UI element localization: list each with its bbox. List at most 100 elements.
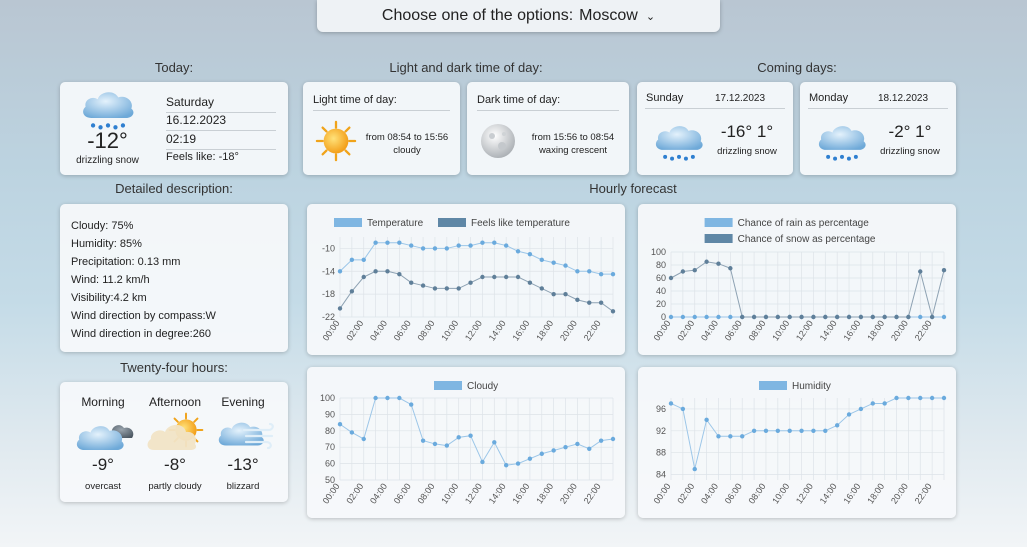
- data-point: [551, 448, 556, 453]
- light-title: Light time of day:: [313, 94, 450, 111]
- detail-row-visibility: Visibility:4.2 km: [71, 292, 147, 304]
- data-point: [598, 438, 604, 443]
- data-point: [906, 395, 911, 401]
- data-point: [432, 286, 438, 291]
- y-tick-label: 96: [656, 404, 666, 414]
- x-tick-label: 14:00: [818, 481, 839, 505]
- x-tick-label: 18:00: [534, 481, 555, 505]
- data-point: [349, 257, 355, 263]
- data-point: [775, 314, 781, 320]
- detail-row-precipitation: Precipitation: 0.13 mm: [71, 256, 181, 268]
- selected-city: Moscow: [579, 7, 638, 24]
- y-tick-label: 100: [651, 247, 666, 257]
- coming-day-card[interactable]: Sunday 17.12.2023 -16° 1° drizzling snow: [637, 82, 793, 175]
- data-point: [397, 395, 402, 401]
- legend-label: Feels like temperature: [471, 218, 570, 229]
- y-tick-label: -14: [322, 266, 335, 276]
- data-point: [349, 430, 355, 435]
- data-point: [598, 271, 604, 277]
- data-point: [834, 314, 840, 320]
- data-point: [444, 286, 450, 291]
- data-point: [575, 441, 580, 447]
- x-tick-label: 14:00: [487, 318, 508, 342]
- data-point: [480, 240, 485, 245]
- x-tick-label: 22:00: [582, 318, 603, 342]
- data-point: [432, 441, 438, 447]
- data-point: [468, 280, 473, 285]
- precipitation-chart: Chance of rain as percentage Chance of sn…: [651, 218, 947, 343]
- data-point: [823, 314, 828, 320]
- series-line: [670, 261, 945, 318]
- today-feels-like: Feels like: -18°: [166, 151, 239, 163]
- data-point: [349, 289, 355, 294]
- section-title-hourly: Hourly forecast: [589, 181, 677, 196]
- data-point: [716, 434, 721, 439]
- legend-label: Humidity: [792, 381, 831, 392]
- series-line: [339, 397, 614, 466]
- y-tick-label: 80: [325, 426, 335, 436]
- data-point: [385, 240, 390, 245]
- x-tick-label: 06:00: [392, 481, 413, 505]
- light-range: from 08:54 to 15:56: [365, 132, 449, 143]
- section-title-light-dark: Light and dark time of day:: [389, 60, 543, 75]
- data-point: [692, 268, 697, 273]
- data-point: [799, 428, 804, 433]
- data-point: [929, 395, 935, 401]
- y-tick-label: 60: [656, 273, 666, 283]
- data-point: [337, 306, 343, 311]
- x-tick-label: 22:00: [582, 481, 603, 505]
- x-tick-label: 00:00: [652, 481, 673, 505]
- cloudy-chart-card: Cloudy 100 90 80 70 60 50 00:00 02:00 04:00 06:00 0…: [307, 367, 625, 518]
- data-point: [763, 314, 769, 320]
- coming-day-date: 18.12.2023: [878, 93, 929, 104]
- chevron-down-icon: ⌄: [645, 10, 656, 23]
- data-point: [397, 271, 402, 277]
- data-point: [740, 314, 745, 320]
- data-point: [894, 395, 899, 401]
- coming-day-card[interactable]: Monday 18.12.2023 -2° 1° drizzling snow: [800, 82, 956, 175]
- dark-time-card: Dark time of day: from 15:56 to 08:54 wa…: [467, 82, 629, 175]
- data-point: [598, 300, 604, 305]
- x-tick-label: 00:00: [321, 481, 342, 505]
- y-tick-label: 100: [320, 393, 335, 403]
- data-point: [563, 263, 568, 268]
- daypart-morning-desc: overcast: [85, 481, 121, 492]
- coming-day-temp: -16° 1°: [720, 122, 774, 141]
- x-tick-label: 16:00: [510, 318, 531, 342]
- x-tick-label: 20:00: [889, 318, 910, 342]
- daypart-morning-temp: -9°: [92, 455, 114, 474]
- data-point: [551, 260, 556, 265]
- x-tick-label: 02:00: [675, 318, 696, 342]
- x-tick-label: 02:00: [344, 481, 365, 505]
- series-line: [339, 242, 613, 275]
- city-selector[interactable]: Choose one of the options: Moscow ⌄: [317, 0, 720, 32]
- dark-title: Dark time of day:: [477, 94, 619, 111]
- data-point: [763, 428, 769, 433]
- data-point: [468, 243, 473, 248]
- x-tick-label: 12:00: [463, 481, 484, 505]
- coming-day-name: Sunday: [646, 92, 684, 104]
- data-point: [409, 402, 414, 407]
- data-point: [527, 456, 533, 461]
- data-point: [563, 445, 568, 450]
- data-point: [692, 314, 697, 320]
- data-point: [503, 463, 509, 468]
- data-point: [704, 314, 709, 320]
- y-tick-label: 60: [325, 459, 335, 469]
- data-point: [882, 314, 887, 320]
- coming-day-name: Monday: [809, 92, 849, 104]
- data-point: [941, 395, 947, 401]
- data-point: [587, 446, 592, 452]
- data-point: [751, 314, 757, 320]
- y-tick-label: 80: [656, 260, 666, 270]
- data-point: [668, 275, 674, 281]
- legend-swatch: [704, 234, 733, 243]
- data-point: [941, 314, 947, 320]
- data-point: [775, 428, 781, 433]
- detail-row-wind-compass: Wind direction by compass:W: [71, 310, 216, 322]
- x-tick-label: 08:00: [746, 318, 767, 342]
- data-point: [668, 401, 674, 406]
- legend-swatch: [434, 381, 462, 390]
- x-tick-label: 12:00: [794, 481, 815, 505]
- data-point: [539, 257, 544, 263]
